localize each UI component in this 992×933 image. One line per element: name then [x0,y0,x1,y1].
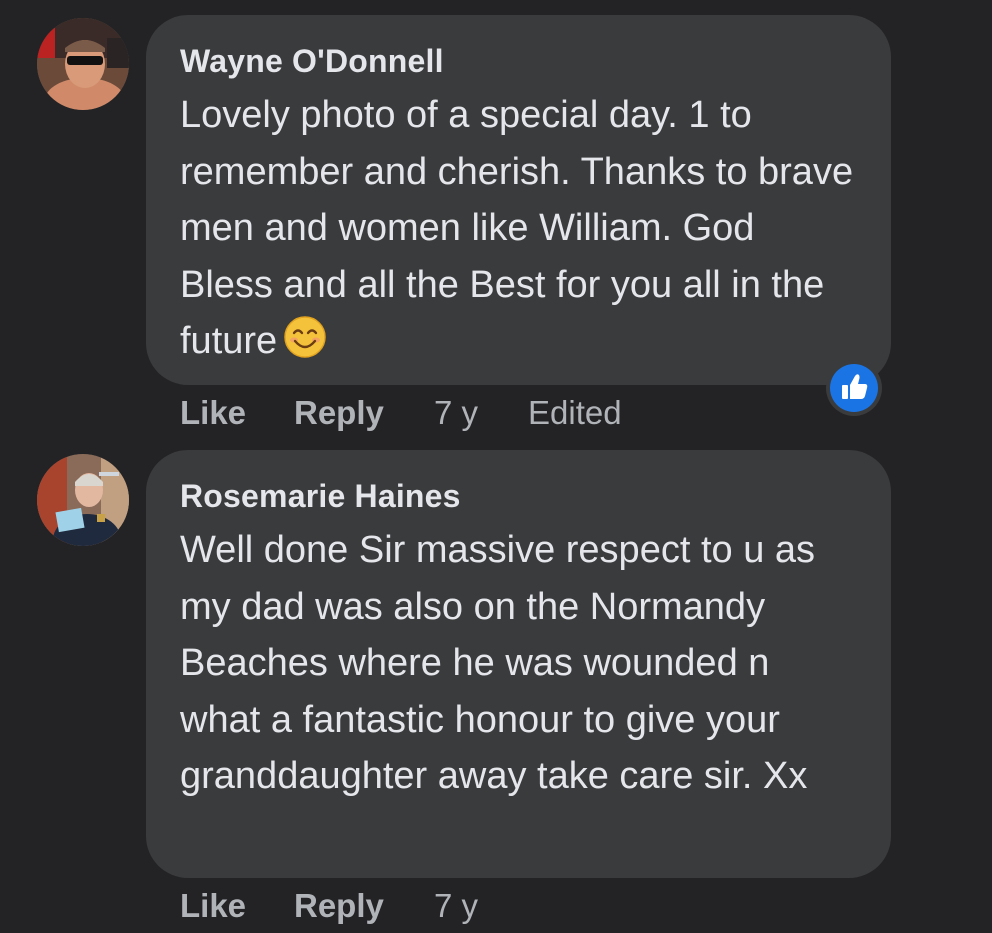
comment-text: Well done Sir massive respect to u as my… [180,529,816,797]
avatar[interactable] [37,18,129,110]
avatar[interactable] [37,454,129,546]
comment-bubble: Wayne O'Donnell Lovely photo of a specia… [146,15,891,385]
like-button[interactable]: Like [180,393,246,433]
reply-button[interactable]: Reply [294,393,384,433]
smiling-face-icon [284,316,326,358]
reply-button[interactable]: Reply [294,886,384,926]
comment-author[interactable]: Wayne O'Donnell [180,41,857,81]
timestamp[interactable]: 7 y [434,393,478,433]
like-button[interactable]: Like [180,886,246,926]
comment-text-body: Lovely photo of a special day. 1 to reme… [180,94,854,362]
profile-photo [37,18,129,110]
comment-bubble: Rosemarie Haines Well done Sir massive r… [146,450,891,878]
edited-label[interactable]: Edited [528,393,622,433]
comment-author[interactable]: Rosemarie Haines [180,476,857,516]
like-reaction-icon [842,374,868,399]
profile-photo [37,454,129,546]
timestamp[interactable]: 7 y [434,886,478,926]
reaction-badge[interactable] [826,360,882,416]
comment-text: Lovely photo of a special day. 1 to reme… [180,87,857,370]
